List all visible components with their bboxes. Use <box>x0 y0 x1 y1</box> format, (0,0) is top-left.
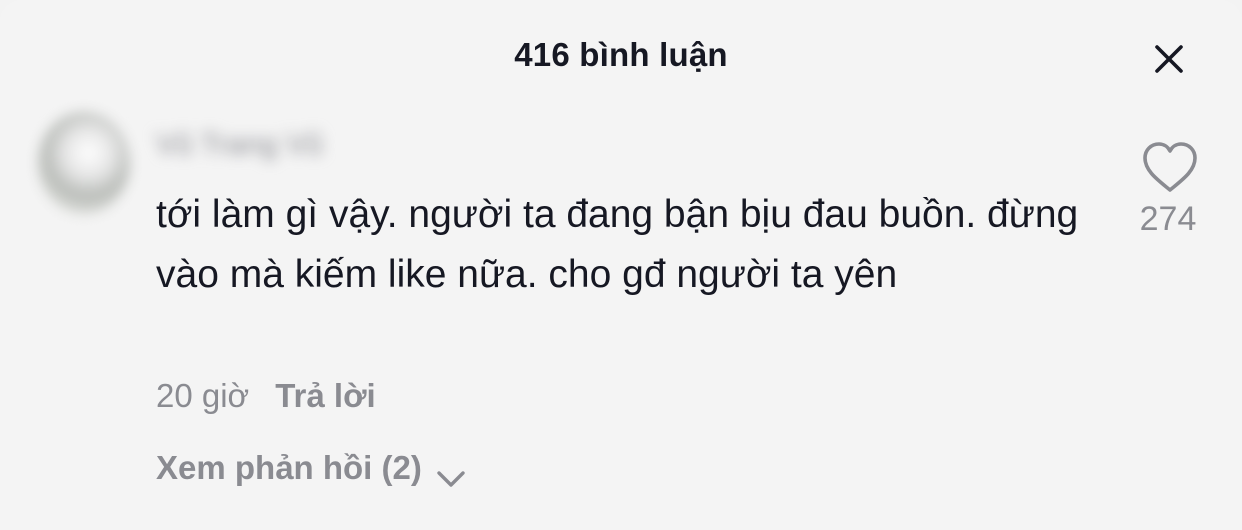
reply-button[interactable]: Trả lời <box>275 374 376 418</box>
comment-text: tới làm gì vậy. người ta đang bận bịu đa… <box>156 193 1079 296</box>
heart-outline-icon <box>1143 142 1197 192</box>
view-replies-label: Xem phản hồi (2) <box>156 449 422 486</box>
comment-meta: 20 giờ Trả lời <box>156 374 376 418</box>
like-button[interactable] <box>1140 140 1200 196</box>
comment-username[interactable]: Vũ Trang Vũ <box>156 128 323 162</box>
comments-count-title: 416 bình luận <box>514 36 728 73</box>
chevron-down-icon <box>434 457 468 487</box>
close-button[interactable] <box>1144 34 1194 84</box>
view-replies-button[interactable]: Xem phản hồi (2) <box>156 446 468 490</box>
avatar[interactable] <box>38 112 130 214</box>
close-icon <box>1155 45 1183 73</box>
like-count: 274 <box>1139 200 1197 238</box>
comment-time: 20 giờ <box>156 377 250 414</box>
comments-sheet: 416 bình luận Vũ Trang Vũ tới làm gì vậy… <box>0 0 1242 530</box>
